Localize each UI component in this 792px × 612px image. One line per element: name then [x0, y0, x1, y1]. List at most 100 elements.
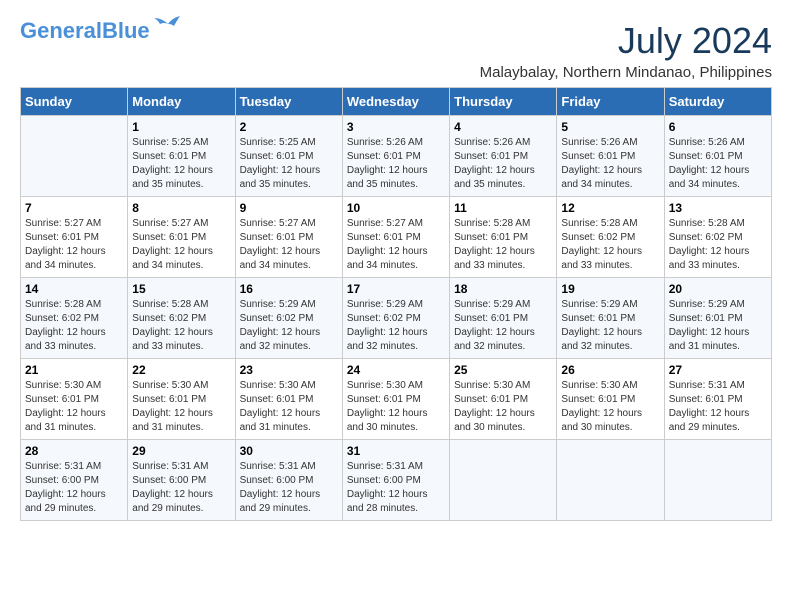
calendar-cell: 30 Sunrise: 5:31 AMSunset: 6:00 PMDaylig… [235, 440, 342, 521]
day-number: 9 [240, 201, 338, 215]
weekday-header-wednesday: Wednesday [342, 88, 449, 116]
day-number: 2 [240, 120, 338, 134]
calendar-cell: 23 Sunrise: 5:30 AMSunset: 6:01 PMDaylig… [235, 359, 342, 440]
calendar-week-row: 1 Sunrise: 5:25 AMSunset: 6:01 PMDayligh… [21, 116, 772, 197]
day-number: 30 [240, 444, 338, 458]
calendar-cell: 18 Sunrise: 5:29 AMSunset: 6:01 PMDaylig… [450, 278, 557, 359]
calendar-cell: 15 Sunrise: 5:28 AMSunset: 6:02 PMDaylig… [128, 278, 235, 359]
calendar-cell [557, 440, 664, 521]
day-detail: Sunrise: 5:27 AMSunset: 6:01 PMDaylight:… [347, 218, 428, 271]
day-number: 18 [454, 282, 552, 296]
calendar-cell: 13 Sunrise: 5:28 AMSunset: 6:02 PMDaylig… [664, 197, 771, 278]
day-detail: Sunrise: 5:28 AMSunset: 6:01 PMDaylight:… [454, 218, 535, 271]
logo-text: GeneralBlue [20, 20, 150, 42]
month-year: July 2024 [480, 20, 772, 62]
calendar-cell: 1 Sunrise: 5:25 AMSunset: 6:01 PMDayligh… [128, 116, 235, 197]
calendar-cell: 11 Sunrise: 5:28 AMSunset: 6:01 PMDaylig… [450, 197, 557, 278]
calendar-cell: 31 Sunrise: 5:31 AMSunset: 6:00 PMDaylig… [342, 440, 449, 521]
weekday-header-tuesday: Tuesday [235, 88, 342, 116]
day-detail: Sunrise: 5:28 AMSunset: 6:02 PMDaylight:… [25, 299, 106, 352]
calendar-cell: 2 Sunrise: 5:25 AMSunset: 6:01 PMDayligh… [235, 116, 342, 197]
day-number: 3 [347, 120, 445, 134]
day-detail: Sunrise: 5:28 AMSunset: 6:02 PMDaylight:… [132, 299, 213, 352]
day-number: 16 [240, 282, 338, 296]
day-number: 24 [347, 363, 445, 377]
day-number: 1 [132, 120, 230, 134]
day-number: 28 [25, 444, 123, 458]
weekday-header-saturday: Saturday [664, 88, 771, 116]
day-detail: Sunrise: 5:25 AMSunset: 6:01 PMDaylight:… [240, 137, 321, 190]
calendar-cell: 5 Sunrise: 5:26 AMSunset: 6:01 PMDayligh… [557, 116, 664, 197]
calendar-cell: 7 Sunrise: 5:27 AMSunset: 6:01 PMDayligh… [21, 197, 128, 278]
page-header: GeneralBlue July 2024 Malaybalay, Northe… [20, 20, 772, 81]
calendar-cell: 28 Sunrise: 5:31 AMSunset: 6:00 PMDaylig… [21, 440, 128, 521]
day-detail: Sunrise: 5:27 AMSunset: 6:01 PMDaylight:… [25, 218, 106, 271]
weekday-header-monday: Monday [128, 88, 235, 116]
day-number: 8 [132, 201, 230, 215]
weekday-header-sunday: Sunday [21, 88, 128, 116]
day-detail: Sunrise: 5:29 AMSunset: 6:01 PMDaylight:… [561, 299, 642, 352]
day-number: 25 [454, 363, 552, 377]
day-detail: Sunrise: 5:30 AMSunset: 6:01 PMDaylight:… [132, 380, 213, 433]
calendar-cell: 26 Sunrise: 5:30 AMSunset: 6:01 PMDaylig… [557, 359, 664, 440]
day-number: 22 [132, 363, 230, 377]
calendar-cell: 14 Sunrise: 5:28 AMSunset: 6:02 PMDaylig… [21, 278, 128, 359]
day-number: 13 [669, 201, 767, 215]
calendar-cell: 27 Sunrise: 5:31 AMSunset: 6:01 PMDaylig… [664, 359, 771, 440]
calendar-cell: 19 Sunrise: 5:29 AMSunset: 6:01 PMDaylig… [557, 278, 664, 359]
day-detail: Sunrise: 5:30 AMSunset: 6:01 PMDaylight:… [561, 380, 642, 433]
day-number: 14 [25, 282, 123, 296]
day-detail: Sunrise: 5:26 AMSunset: 6:01 PMDaylight:… [561, 137, 642, 190]
calendar-cell [21, 116, 128, 197]
day-detail: Sunrise: 5:30 AMSunset: 6:01 PMDaylight:… [347, 380, 428, 433]
day-detail: Sunrise: 5:31 AMSunset: 6:00 PMDaylight:… [240, 461, 321, 514]
calendar-cell: 20 Sunrise: 5:29 AMSunset: 6:01 PMDaylig… [664, 278, 771, 359]
calendar-cell: 6 Sunrise: 5:26 AMSunset: 6:01 PMDayligh… [664, 116, 771, 197]
calendar-cell: 16 Sunrise: 5:29 AMSunset: 6:02 PMDaylig… [235, 278, 342, 359]
day-number: 21 [25, 363, 123, 377]
logo-bird-icon [154, 16, 182, 36]
calendar-cell: 9 Sunrise: 5:27 AMSunset: 6:01 PMDayligh… [235, 197, 342, 278]
day-number: 19 [561, 282, 659, 296]
day-number: 15 [132, 282, 230, 296]
day-number: 10 [347, 201, 445, 215]
day-number: 5 [561, 120, 659, 134]
title-block: July 2024 Malaybalay, Northern Mindanao,… [480, 20, 772, 81]
day-number: 6 [669, 120, 767, 134]
day-number: 17 [347, 282, 445, 296]
calendar-cell: 3 Sunrise: 5:26 AMSunset: 6:01 PMDayligh… [342, 116, 449, 197]
day-number: 29 [132, 444, 230, 458]
day-detail: Sunrise: 5:31 AMSunset: 6:01 PMDaylight:… [669, 380, 750, 433]
calendar-cell: 24 Sunrise: 5:30 AMSunset: 6:01 PMDaylig… [342, 359, 449, 440]
weekday-header-thursday: Thursday [450, 88, 557, 116]
day-detail: Sunrise: 5:27 AMSunset: 6:01 PMDaylight:… [132, 218, 213, 271]
day-detail: Sunrise: 5:31 AMSunset: 6:00 PMDaylight:… [347, 461, 428, 514]
calendar-cell [664, 440, 771, 521]
day-detail: Sunrise: 5:30 AMSunset: 6:01 PMDaylight:… [25, 380, 106, 433]
calendar-cell: 10 Sunrise: 5:27 AMSunset: 6:01 PMDaylig… [342, 197, 449, 278]
calendar-table: SundayMondayTuesdayWednesdayThursdayFrid… [20, 87, 772, 521]
day-detail: Sunrise: 5:29 AMSunset: 6:01 PMDaylight:… [669, 299, 750, 352]
calendar-cell: 21 Sunrise: 5:30 AMSunset: 6:01 PMDaylig… [21, 359, 128, 440]
day-detail: Sunrise: 5:29 AMSunset: 6:02 PMDaylight:… [240, 299, 321, 352]
weekday-header-row: SundayMondayTuesdayWednesdayThursdayFrid… [21, 88, 772, 116]
day-detail: Sunrise: 5:30 AMSunset: 6:01 PMDaylight:… [240, 380, 321, 433]
day-number: 12 [561, 201, 659, 215]
day-detail: Sunrise: 5:25 AMSunset: 6:01 PMDaylight:… [132, 137, 213, 190]
calendar-week-row: 21 Sunrise: 5:30 AMSunset: 6:01 PMDaylig… [21, 359, 772, 440]
day-number: 31 [347, 444, 445, 458]
calendar-cell: 25 Sunrise: 5:30 AMSunset: 6:01 PMDaylig… [450, 359, 557, 440]
calendar-cell: 4 Sunrise: 5:26 AMSunset: 6:01 PMDayligh… [450, 116, 557, 197]
day-detail: Sunrise: 5:28 AMSunset: 6:02 PMDaylight:… [561, 218, 642, 271]
day-detail: Sunrise: 5:31 AMSunset: 6:00 PMDaylight:… [25, 461, 106, 514]
day-detail: Sunrise: 5:28 AMSunset: 6:02 PMDaylight:… [669, 218, 750, 271]
day-number: 4 [454, 120, 552, 134]
calendar-cell: 17 Sunrise: 5:29 AMSunset: 6:02 PMDaylig… [342, 278, 449, 359]
day-detail: Sunrise: 5:27 AMSunset: 6:01 PMDaylight:… [240, 218, 321, 271]
day-detail: Sunrise: 5:31 AMSunset: 6:00 PMDaylight:… [132, 461, 213, 514]
logo: GeneralBlue [20, 20, 182, 42]
day-number: 26 [561, 363, 659, 377]
day-detail: Sunrise: 5:26 AMSunset: 6:01 PMDaylight:… [669, 137, 750, 190]
weekday-header-friday: Friday [557, 88, 664, 116]
day-detail: Sunrise: 5:30 AMSunset: 6:01 PMDaylight:… [454, 380, 535, 433]
